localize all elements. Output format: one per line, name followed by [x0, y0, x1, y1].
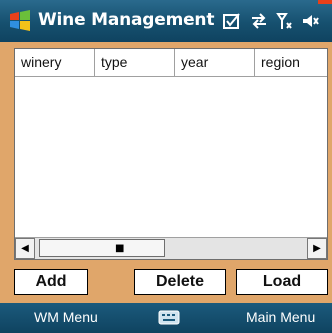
grip-icon: ■: [115, 243, 125, 254]
horizontal-scrollbar[interactable]: ◀ ■ ▶: [15, 237, 327, 259]
load-button[interactable]: Load: [236, 269, 328, 295]
scroll-left-arrow-icon[interactable]: ◀: [15, 238, 35, 259]
delete-button[interactable]: Delete: [134, 269, 226, 295]
grid-header: winery type year region: [15, 49, 327, 77]
add-button[interactable]: Add: [14, 269, 88, 295]
title-accent: [318, 0, 332, 4]
softkey-left[interactable]: WM Menu: [34, 309, 98, 325]
softkey-right[interactable]: Main Menu: [246, 309, 315, 325]
grid-body[interactable]: [15, 77, 327, 237]
column-header-region[interactable]: region: [255, 49, 327, 76]
scrollbar-thumb[interactable]: ■: [39, 239, 165, 257]
softkey-bar: WM Menu Main Menu: [0, 303, 332, 333]
scroll-right-arrow-icon[interactable]: ▶: [307, 238, 327, 259]
column-header-year[interactable]: year: [175, 49, 255, 76]
window-title: Wine Management: [38, 10, 215, 30]
column-header-winery[interactable]: winery: [15, 49, 95, 76]
wine-grid[interactable]: winery type year region ◀ ■ ▶: [14, 48, 328, 260]
signal-antenna-icon[interactable]: [276, 11, 296, 31]
column-header-type[interactable]: type: [95, 49, 175, 76]
keyboard-icon[interactable]: [158, 309, 180, 326]
windows-start-icon[interactable]: [8, 9, 32, 33]
title-bar: Wine Management: [0, 0, 332, 42]
speaker-icon[interactable]: [300, 11, 320, 31]
sync-arrows-icon[interactable]: [249, 11, 269, 31]
inbox-check-icon[interactable]: [222, 11, 242, 31]
